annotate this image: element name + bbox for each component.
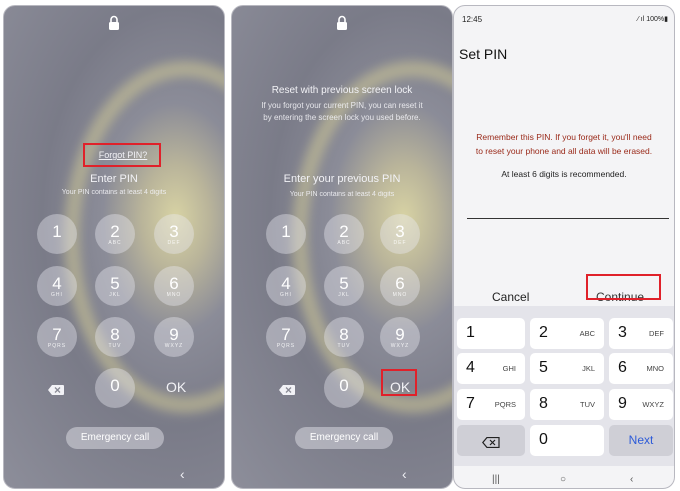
- status-time: 12:45: [462, 15, 483, 24]
- key-7[interactable]: 7 PQRS: [457, 389, 525, 420]
- lockscreen-reset-previous: Reset with previous screen lock If you f…: [231, 5, 453, 489]
- key-6[interactable]: 6 MNO: [154, 266, 194, 306]
- back-icon[interactable]: ‹: [630, 474, 633, 485]
- key-1[interactable]: 1: [457, 318, 525, 349]
- page-title: Set PIN: [459, 46, 508, 62]
- back-icon[interactable]: ‹: [402, 466, 407, 482]
- warning-line-2: to reset your phone and all data will be…: [475, 146, 653, 156]
- key-0[interactable]: 0: [95, 368, 135, 408]
- reset-description-line1: If you forgot your current PIN, you can …: [261, 101, 423, 110]
- key-8[interactable]: 8 TUV: [95, 317, 135, 357]
- key-9[interactable]: 9 WXYZ: [380, 317, 420, 357]
- reset-title: Reset with previous screen lock: [271, 85, 413, 96]
- warning-line-1: Remember this PIN. If you forget it, you…: [476, 132, 652, 142]
- key-0[interactable]: 0: [530, 425, 604, 456]
- key-2[interactable]: 2 ABC: [95, 214, 135, 254]
- lockscreen-enter-pin: Forgot PIN? Enter PIN Your PIN contains …: [3, 5, 225, 489]
- continue-highlight: [586, 274, 661, 300]
- pin-description: Your PIN contains at least 4 digits: [61, 189, 167, 196]
- hint-text: At least 6 digits is recommended.: [501, 169, 627, 179]
- lock-icon: [336, 15, 348, 31]
- backspace-key[interactable]: [457, 425, 525, 456]
- ok-highlight: [381, 369, 417, 396]
- forgot-pin-highlight: [83, 143, 161, 167]
- warning-message: Remember this PIN. If you forget it, you…: [454, 130, 674, 158]
- key-8[interactable]: 8 TUV: [530, 389, 604, 420]
- pin-description: Your PIN contains at least 4 digits: [289, 191, 395, 198]
- navigation-bar: ||| ○ ‹: [454, 472, 674, 488]
- key-5[interactable]: 5 JKL: [324, 266, 364, 306]
- next-key[interactable]: Next: [609, 425, 673, 456]
- key-4[interactable]: 4 GHI: [457, 353, 525, 384]
- enter-pin-label: Enter PIN: [90, 173, 138, 185]
- key-3[interactable]: 3 DEF: [154, 214, 194, 254]
- key-7[interactable]: 7 PQRS: [37, 317, 77, 357]
- emergency-call-button[interactable]: Emergency call: [295, 427, 393, 449]
- backspace-icon: [482, 435, 500, 453]
- set-pin-screen: 12:45 ⁄ ıl 100%▮ Set PIN Remember this P…: [453, 5, 675, 489]
- key-4[interactable]: 4 GHI: [266, 266, 306, 306]
- key-3[interactable]: 3 DEF: [380, 214, 420, 254]
- key-2[interactable]: 2 ABC: [324, 214, 364, 254]
- key-1[interactable]: 1: [266, 214, 306, 254]
- key-7[interactable]: 7 PQRS: [266, 317, 306, 357]
- ok-button[interactable]: OK: [166, 379, 186, 395]
- key-6[interactable]: 6 MNO: [380, 266, 420, 306]
- lock-icon: [108, 15, 120, 31]
- enter-previous-pin-label: Enter your previous PIN: [283, 173, 401, 185]
- key-3[interactable]: 3 DEF: [609, 318, 673, 349]
- emergency-call-button[interactable]: Emergency call: [66, 427, 164, 449]
- key-9[interactable]: 9 WXYZ: [154, 317, 194, 357]
- recent-apps-icon[interactable]: |||: [492, 474, 500, 485]
- cancel-button[interactable]: Cancel: [492, 290, 529, 304]
- key-9[interactable]: 9 WXYZ: [609, 389, 673, 420]
- key-4[interactable]: 4 GHI: [37, 266, 77, 306]
- key-1[interactable]: 1: [37, 214, 77, 254]
- home-icon[interactable]: ○: [560, 474, 566, 485]
- key-2[interactable]: 2 ABC: [530, 318, 604, 349]
- key-6[interactable]: 6 MNO: [609, 353, 673, 384]
- reset-description-line2: by entering the screen lock you used bef…: [263, 113, 421, 122]
- key-8[interactable]: 8 TUV: [324, 317, 364, 357]
- numeric-keyboard: 1 2 ABC 3 DEF 4 GHI 5 JKL 6 MNO 7 PQRS 8 TUV 9W…: [454, 306, 674, 466]
- backspace-icon[interactable]: [48, 382, 64, 395]
- key-0[interactable]: 0: [324, 368, 364, 408]
- status-icons: ⁄ ıl 100%▮: [637, 16, 668, 23]
- key-5[interactable]: 5 JKL: [95, 266, 135, 306]
- backspace-icon[interactable]: [279, 382, 295, 395]
- pin-input[interactable]: [467, 218, 669, 219]
- back-icon[interactable]: ‹: [180, 466, 185, 482]
- stage: Forgot PIN? Enter PIN Your PIN contains …: [0, 0, 680, 491]
- key-5[interactable]: 5 JKL: [530, 353, 604, 384]
